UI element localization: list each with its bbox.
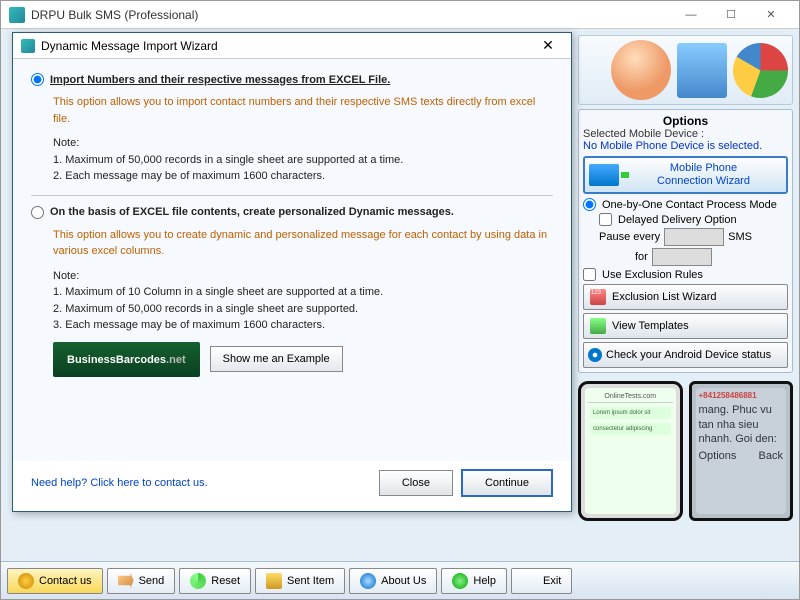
smartphone-preview: OnlineTests.com Lorem ipsum dolor sit co… (578, 381, 683, 521)
option1-desc: This option allows you to import contact… (53, 94, 553, 127)
send-icon (118, 573, 134, 589)
connection-wizard-button[interactable]: Mobile PhoneConnection Wizard (583, 156, 788, 194)
view-templates-button[interactable]: View Templates (583, 313, 788, 339)
android-status-button[interactable]: Check your Android Device status (583, 342, 788, 368)
options-title: Options (583, 114, 788, 128)
feature-phone-preview: +841258486881 mang. Phuc vu tan nha sieu… (689, 381, 794, 521)
device-label: Selected Mobile Device : (583, 128, 788, 140)
sms-suffix: SMS (728, 231, 752, 243)
dialog-titlebar: Dynamic Message Import Wizard ✕ (13, 33, 571, 59)
delayed-delivery-row[interactable]: Delayed Delivery Option (599, 213, 788, 226)
delayed-delivery-checkbox[interactable] (599, 213, 612, 226)
send-button[interactable]: Send (107, 568, 176, 594)
dialog-title: Dynamic Message Import Wizard (41, 39, 533, 53)
pause-label: Pause every (599, 231, 660, 243)
dialog-footer: Need help? Click here to contact us. Clo… (13, 461, 571, 511)
phone2-number: +841258486881 (699, 391, 784, 400)
option1-header[interactable]: Import Numbers and their respective mess… (31, 73, 553, 86)
about-us-button[interactable]: About Us (349, 568, 437, 594)
dialog-body: Import Numbers and their respective mess… (13, 59, 571, 461)
gear-icon (588, 348, 602, 362)
folder-icon (266, 573, 282, 589)
exclusion-label: Use Exclusion Rules (602, 269, 703, 281)
phone2-back: Back (759, 450, 783, 462)
for-row: for (599, 248, 788, 266)
business-barcodes-banner: BusinessBarcodes.net (53, 342, 200, 377)
dialog-continue-btn[interactable]: Continue (461, 469, 553, 497)
option2-label: On the basis of EXCEL file contents, cre… (50, 206, 454, 218)
option1-notes: Note: 1. Maximum of 50,000 records in a … (53, 135, 553, 185)
exclusion-icon (590, 289, 606, 305)
barchart-graphic (677, 43, 727, 98)
dialog-icon (21, 39, 35, 53)
reset-button[interactable]: Reset (179, 568, 251, 594)
process-mode-row[interactable]: One-by-One Contact Process Mode (583, 198, 788, 211)
process-mode-radio[interactable] (583, 198, 596, 211)
option1-radio[interactable] (31, 73, 44, 86)
contact-icon (18, 573, 34, 589)
sent-item-button[interactable]: Sent Item (255, 568, 345, 594)
contact-us-button[interactable]: Contact us (7, 568, 103, 594)
app-title: DRPU Bulk SMS (Professional) (31, 8, 671, 22)
bottom-toolbar: Contact us Send Reset Sent Item About Us… (1, 561, 799, 599)
app-icon (9, 7, 25, 23)
exclusion-wizard-button[interactable]: Exclusion List Wizard (583, 284, 788, 310)
option2-block: On the basis of EXCEL file contents, cre… (31, 206, 553, 387)
minimize-button[interactable]: — (671, 4, 711, 26)
device-status: No Mobile Phone Device is selected. (583, 140, 788, 152)
phone1-header: OnlineTests.com (588, 391, 673, 403)
main-titlebar: DRPU Bulk SMS (Professional) — ☐ ✕ (1, 1, 799, 29)
header-graphics (578, 35, 793, 105)
pause-count-combo[interactable] (664, 228, 724, 246)
show-example-button[interactable]: Show me an Example (210, 346, 343, 372)
options-panel: Options Selected Mobile Device : No Mobi… (578, 109, 793, 373)
banner-row: BusinessBarcodes.net Show me an Example (53, 342, 553, 377)
help-link[interactable]: Need help? Click here to contact us. (31, 477, 371, 489)
for-label: for (635, 251, 648, 263)
phone-previews: OnlineTests.com Lorem ipsum dolor sit co… (578, 381, 793, 521)
phone-connection-icon (589, 164, 619, 186)
exit-button[interactable]: Exit (511, 568, 572, 594)
process-mode-label: One-by-One Contact Process Mode (602, 199, 777, 211)
templates-icon (590, 318, 606, 334)
option1-label: Import Numbers and their respective mess… (50, 74, 390, 86)
close-button[interactable]: ✕ (751, 4, 791, 26)
view-templates-label: View Templates (612, 320, 689, 332)
exclusion-checkbox[interactable] (583, 268, 596, 281)
dialog-close-btn[interactable]: Close (379, 470, 453, 496)
phone2-options: Options (699, 450, 737, 462)
connection-wizard-label: Mobile PhoneConnection Wizard (625, 162, 782, 188)
option2-header[interactable]: On the basis of EXCEL file contents, cre… (31, 206, 553, 219)
delayed-delivery-label: Delayed Delivery Option (618, 214, 737, 226)
exclusion-row[interactable]: Use Exclusion Rules (583, 268, 788, 281)
exclusion-wizard-label: Exclusion List Wizard (612, 291, 717, 303)
piechart-graphic (733, 43, 788, 98)
android-status-label: Check your Android Device status (606, 349, 771, 361)
help-button[interactable]: Help (441, 568, 507, 594)
right-panel: Options Selected Mobile Device : No Mobi… (578, 35, 793, 555)
pause-row: Pause every SMS (599, 228, 788, 246)
people-graphic (611, 40, 671, 100)
dialog-close-button[interactable]: ✕ (533, 37, 563, 54)
reset-icon (190, 573, 206, 589)
option2-desc: This option allows you to create dynamic… (53, 227, 553, 260)
for-duration-combo[interactable] (652, 248, 712, 266)
option1-block: Import Numbers and their respective mess… (31, 73, 553, 196)
help-icon (452, 573, 468, 589)
info-icon (360, 573, 376, 589)
option2-notes: Note: 1. Maximum of 10 Column in a singl… (53, 268, 553, 334)
phone2-text: mang. Phuc vu tan nha sieu nhanh. Goi de… (699, 403, 784, 446)
maximize-button[interactable]: ☐ (711, 4, 751, 26)
import-wizard-dialog: Dynamic Message Import Wizard ✕ Import N… (12, 32, 572, 512)
option2-radio[interactable] (31, 206, 44, 219)
exit-icon (522, 573, 538, 589)
